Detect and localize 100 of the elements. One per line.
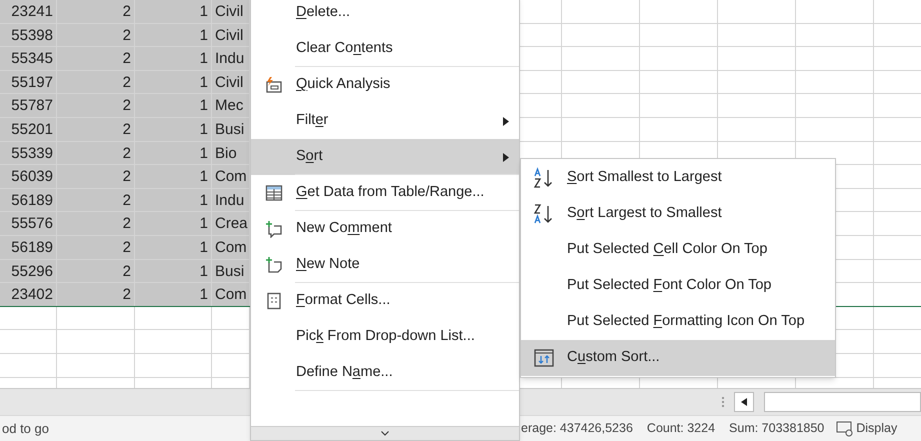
quick-analysis-icon — [265, 76, 283, 94]
table-cell: 2 — [122, 192, 131, 209]
menu-item-label: Clear Contents — [296, 39, 393, 58]
table-cell: 55787 — [11, 97, 53, 114]
table-cell: 56189 — [11, 238, 53, 256]
table-cell: 55201 — [11, 120, 53, 138]
table-cell: 55339 — [11, 144, 53, 162]
menu-item-label: New Comment — [296, 219, 392, 238]
table-cell: 1 — [200, 238, 208, 256]
table-cell: Busi — [215, 120, 244, 138]
table-cell: 55296 — [11, 262, 53, 280]
menu-item-label: Sort Smallest to Largest — [567, 168, 722, 188]
menu-item-label: Custom Sort... — [567, 348, 660, 368]
submenu-item[interactable]: Put Selected Cell Color On Top — [521, 232, 835, 268]
submenu-arrow-icon — [503, 116, 509, 126]
display-settings-button[interactable]: Display — [836, 419, 898, 438]
table-cell: 2 — [122, 262, 131, 280]
menu-item-label: Get Data from Table/Range... — [296, 183, 484, 202]
menu-item[interactable]: Get Data from Table/Range... — [251, 175, 519, 211]
table-cell: 2 — [122, 97, 131, 114]
menu-item-label: Delete... — [296, 3, 350, 22]
count-readout: Count: 3224 — [646, 420, 716, 438]
menu-item-label: Filter — [296, 111, 328, 130]
menu-item[interactable]: Clear Contents — [251, 31, 519, 67]
menu-item[interactable]: Filter — [251, 103, 519, 139]
menu-item[interactable]: Format Cells... — [251, 283, 519, 319]
table-cell: 1 — [200, 97, 208, 114]
menu-item-label: Quick Analysis — [296, 75, 390, 94]
submenu-item[interactable]: Put Selected Font Color On Top — [521, 268, 835, 304]
menu-item-label: Put Selected Formatting Icon On Top — [567, 312, 805, 332]
table-cell: Busi — [215, 262, 244, 280]
table-cell: Civil — [215, 26, 244, 44]
table-cell: 56189 — [11, 192, 53, 209]
table-cell: 2 — [122, 50, 131, 68]
table-cell: Indu — [215, 50, 244, 68]
table-cell: Indu — [215, 192, 244, 209]
table-cell: 1 — [200, 192, 208, 209]
table-cell: 2 — [122, 3, 131, 20]
sum-readout: Sum: 703381850 — [729, 420, 824, 438]
table-icon — [265, 184, 283, 202]
new-note-icon — [265, 256, 283, 274]
table-cell: 2 — [122, 215, 131, 232]
left-arrow-icon — [741, 398, 747, 406]
menu-item[interactable]: Define Name... — [251, 355, 519, 391]
submenu-item[interactable]: Custom Sort... — [521, 340, 835, 376]
menu-item-label: New Note — [296, 255, 360, 274]
table-cell: 2 — [122, 238, 131, 256]
menu-item-label: Sort — [296, 147, 323, 166]
table-cell: 2 — [122, 120, 131, 138]
menu-item[interactable]: Delete... — [251, 0, 519, 31]
table-cell: Bio — [215, 144, 237, 162]
table-cell: 1 — [200, 50, 208, 68]
chevron-down-icon — [381, 431, 389, 436]
table-cell: 23402 — [11, 286, 53, 304]
table-cell: Civil — [215, 74, 244, 91]
custom-sort-icon — [533, 347, 555, 369]
table-cell: 1 — [200, 262, 208, 280]
table-cell: 1 — [200, 168, 208, 186]
new-comment-icon — [265, 220, 283, 238]
table-cell: Com — [215, 286, 247, 304]
format-cells-icon — [265, 292, 283, 310]
menu-item-label: Format Cells... — [296, 291, 390, 310]
table-cell: 2 — [122, 168, 131, 186]
menu-item[interactable]: New Note — [251, 247, 519, 283]
table-cell: 2 — [122, 144, 131, 162]
horizontal-scrollbar[interactable] — [764, 392, 921, 412]
table-cell: Com — [215, 238, 247, 256]
table-cell: 1 — [200, 26, 208, 44]
submenu-item[interactable]: Sort Largest to Smallest — [521, 196, 835, 232]
sort-ascending-icon — [533, 167, 555, 189]
display-settings-icon — [836, 420, 854, 436]
sort-descending-icon — [533, 203, 555, 225]
table-cell: Mec — [215, 97, 244, 114]
submenu-item[interactable]: Put Selected Formatting Icon On Top — [521, 304, 835, 340]
table-cell: 56039 — [11, 168, 53, 186]
table-cell: 55197 — [11, 74, 53, 91]
menu-item[interactable]: New Comment — [251, 211, 519, 247]
menu-item-label: Put Selected Font Color On Top — [567, 276, 772, 296]
menu-item-label: Sort Largest to Smallest — [567, 204, 722, 224]
table-cell: 2 — [122, 74, 131, 91]
table-cell: 1 — [200, 74, 208, 91]
table-cell: 1 — [200, 144, 208, 162]
submenu-arrow-icon — [503, 152, 509, 162]
table-cell: 1 — [200, 120, 208, 138]
table-cell: 55398 — [11, 26, 53, 44]
table-cell: 55576 — [11, 215, 53, 232]
menu-item[interactable]: Pick From Drop-down List... — [251, 319, 519, 355]
scroll-down-button[interactable] — [251, 426, 519, 440]
menu-item[interactable]: Quick Analysis — [251, 67, 519, 103]
menu-item[interactable]: Sort — [251, 139, 519, 175]
table-cell: Civil — [215, 3, 244, 20]
status-text: od to go — [1, 420, 50, 438]
menu-item-label: Pick From Drop-down List... — [296, 327, 475, 346]
table-cell: 1 — [200, 3, 208, 20]
table-cell: 1 — [200, 215, 208, 232]
scroll-left-button[interactable] — [734, 392, 754, 412]
table-cell: Com — [215, 168, 247, 186]
table-cell: 55345 — [11, 50, 53, 68]
submenu-item[interactable]: Sort Smallest to Largest — [521, 160, 835, 196]
menu-item-label: Define Name... — [296, 363, 393, 382]
